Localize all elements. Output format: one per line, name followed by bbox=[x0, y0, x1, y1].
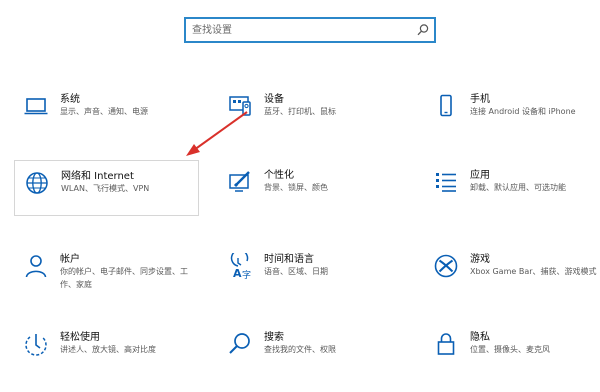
tile-title: 帐户 bbox=[60, 254, 80, 265]
user-icon bbox=[23, 253, 49, 279]
svg-text:A: A bbox=[233, 267, 242, 279]
settings-tile-network-internet[interactable]: 网络和 Internet WLAN、飞行模式、VPN bbox=[14, 160, 199, 216]
apps-icon bbox=[433, 169, 459, 195]
tile-title: 隐私 bbox=[470, 332, 490, 343]
tile-description: 语音、区域、日期 bbox=[264, 267, 328, 276]
tile-description: 查找我的文件、权限 bbox=[264, 345, 336, 354]
settings-tile-phone[interactable]: 手机 连接 Android 设备和 iPhone bbox=[424, 84, 600, 140]
tile-description: 连接 Android 设备和 iPhone bbox=[470, 107, 576, 116]
settings-tile-personalization[interactable]: 个性化 背景、锁屏、颜色 bbox=[218, 160, 403, 216]
svg-text:字: 字 bbox=[242, 269, 251, 279]
phone-icon bbox=[433, 93, 459, 119]
search-icon bbox=[227, 331, 253, 357]
time-language-icon: A字 bbox=[227, 253, 253, 279]
tile-description: 显示、声音、通知、电源 bbox=[60, 107, 148, 116]
tile-title: 游戏 bbox=[470, 254, 490, 265]
settings-tile-privacy[interactable]: 隐私 位置、摄像头、麦克风 bbox=[424, 322, 600, 378]
xbox-icon bbox=[433, 253, 459, 279]
tile-description: 卸载、默认应用、可选功能 bbox=[470, 183, 566, 192]
settings-tile-gaming[interactable]: 游戏 Xbox Game Bar、捕获、游戏模式 bbox=[424, 244, 600, 300]
globe-icon bbox=[24, 170, 50, 196]
tile-title: 时间和语言 bbox=[264, 254, 314, 265]
tile-description: Xbox Game Bar、捕获、游戏模式 bbox=[470, 267, 597, 276]
search-icon[interactable] bbox=[416, 23, 430, 37]
settings-tile-time-language[interactable]: A字 时间和语言 语音、区域、日期 bbox=[218, 244, 403, 300]
settings-tile-system[interactable]: 系统 显示、声音、通知、电源 bbox=[14, 84, 199, 140]
tile-description: 位置、摄像头、麦克风 bbox=[470, 345, 550, 354]
devices-icon bbox=[227, 93, 253, 119]
settings-tile-search[interactable]: 搜索 查找我的文件、权限 bbox=[218, 322, 403, 378]
tile-title: 网络和 Internet bbox=[61, 171, 134, 182]
settings-tile-ease-of-access[interactable]: 轻松使用 讲述人、放大镜、高对比度 bbox=[14, 322, 199, 378]
tile-title: 设备 bbox=[264, 94, 284, 105]
tile-title: 搜索 bbox=[264, 332, 284, 343]
laptop-icon bbox=[23, 93, 49, 119]
settings-tile-apps[interactable]: 应用 卸载、默认应用、可选功能 bbox=[424, 160, 600, 216]
settings-tile-devices[interactable]: 设备 蓝牙、打印机、鼠标 bbox=[218, 84, 403, 140]
tile-title: 系统 bbox=[60, 94, 80, 105]
tile-description: 讲述人、放大镜、高对比度 bbox=[60, 345, 156, 354]
settings-search-box[interactable] bbox=[184, 17, 436, 43]
tile-title: 轻松使用 bbox=[60, 332, 100, 343]
tile-title: 个性化 bbox=[264, 170, 294, 181]
lock-icon bbox=[433, 331, 459, 357]
settings-tile-accounts[interactable]: 帐户 你的帐户、电子邮件、同步设置、工作、家庭 bbox=[14, 244, 199, 300]
search-input[interactable] bbox=[192, 21, 412, 39]
tile-description: 背景、锁屏、颜色 bbox=[264, 183, 328, 192]
ease-of-access-icon bbox=[23, 331, 49, 357]
tile-description: WLAN、飞行模式、VPN bbox=[61, 184, 150, 193]
tile-description: 蓝牙、打印机、鼠标 bbox=[264, 107, 336, 116]
tile-description: 你的帐户、电子邮件、同步设置、工作、家庭 bbox=[60, 267, 188, 289]
tile-title: 应用 bbox=[470, 170, 490, 181]
personalization-icon bbox=[227, 169, 253, 195]
tile-title: 手机 bbox=[470, 94, 490, 105]
